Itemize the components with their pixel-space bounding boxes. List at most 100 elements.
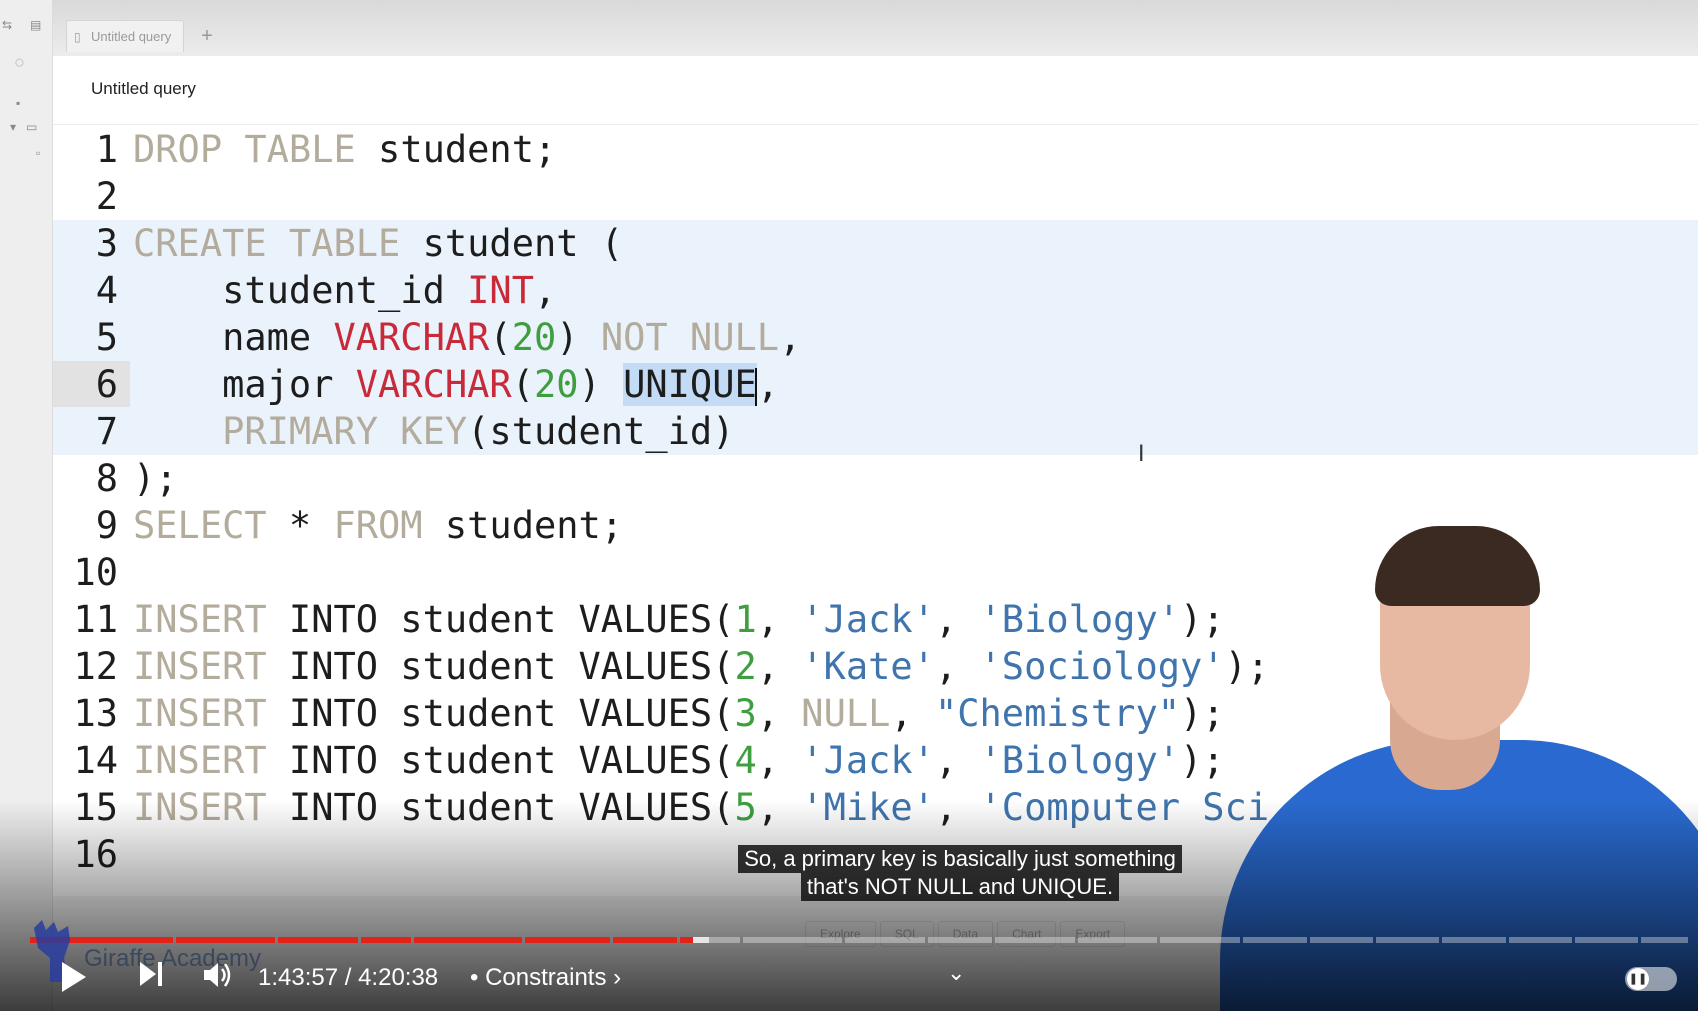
chapter-link[interactable]: • Constraints › [470, 964, 621, 992]
next-icon[interactable] [138, 960, 164, 988]
chapter-segment[interactable] [1508, 937, 1572, 943]
chapter-segment[interactable] [1574, 937, 1639, 943]
code-token: student; [422, 504, 624, 547]
sql-string: 'Biology' [979, 739, 1180, 782]
code-line[interactable]: 9 SELECT * FROM student; [60, 502, 623, 549]
sql-keyword: SELECT [133, 504, 267, 547]
code-token: , [934, 739, 980, 782]
expand-arrow-icon[interactable]: ▾ [10, 120, 16, 134]
code-line[interactable]: 7 PRIMARY KEY(student_id) [60, 408, 735, 455]
code-token: , [533, 269, 557, 312]
sql-type: VARCHAR [355, 363, 512, 406]
code-line[interactable]: 5 name VARCHAR(20) NOT NULL, [60, 314, 802, 361]
code-line[interactable]: 13 INSERT INTO student VALUES(3, NULL, "C… [60, 690, 1224, 737]
sidebar-ico[interactable]: ⇆ [2, 18, 12, 32]
code-token: , [756, 363, 780, 406]
code-text[interactable]: student_id INT, [133, 267, 556, 314]
code-text[interactable]: INSERT INTO student VALUES(4, 'Jack', 'B… [133, 737, 1225, 784]
chapter-segment[interactable] [1375, 937, 1440, 943]
played-segment [525, 937, 611, 943]
volume-icon[interactable] [202, 960, 234, 990]
player-gradient [0, 800, 1698, 1011]
sql-string: 'Biology' [979, 598, 1180, 641]
code-token: student; [355, 128, 557, 171]
chapter-segment[interactable] [1641, 937, 1688, 943]
chapter-segment[interactable] [1309, 937, 1373, 943]
line-number: 14 [73, 739, 118, 782]
code-line[interactable]: 2 [60, 173, 118, 220]
chapter-segment[interactable] [1077, 937, 1158, 943]
play-icon[interactable] [60, 960, 88, 994]
sql-keyword: PRIMARY KEY [133, 410, 468, 453]
code-text[interactable]: PRIMARY KEY(student_id) [133, 408, 734, 455]
sql-type: VARCHAR [333, 316, 490, 359]
code-text[interactable]: DROP TABLE student; [133, 126, 556, 173]
code-token: , [756, 598, 802, 641]
line-number: 8 [95, 457, 118, 500]
line-number: 4 [95, 269, 118, 312]
sql-keyword: FROM [333, 504, 423, 547]
sql-keyword: CREATE TABLE [133, 222, 401, 265]
code-line[interactable]: 1 DROP TABLE student; [60, 126, 557, 173]
code-token: , [756, 645, 802, 688]
progress-bar[interactable] [30, 937, 1688, 943]
chapter-segment[interactable] [994, 937, 1075, 943]
code-token: , [756, 692, 802, 735]
selected-text: UNIQUE [623, 363, 757, 406]
code-line[interactable]: 11 INSERT INTO student VALUES(1, 'Jack', … [60, 596, 1224, 643]
played-segment [679, 937, 694, 943]
code-text[interactable]: INSERT INTO student VALUES(3, NULL, "Che… [133, 690, 1225, 737]
code-text[interactable]: INSERT INTO student VALUES(1, 'Jack', 'B… [133, 596, 1225, 643]
chapter-segment[interactable] [928, 937, 992, 943]
subtitles: So, a primary key is basically just some… [716, 845, 1204, 901]
code-text[interactable]: name VARCHAR(20) NOT NULL, [133, 314, 801, 361]
code-line[interactable]: 10 [60, 549, 118, 596]
code-line[interactable]: 6 major VARCHAR(20) UNIQUE, [60, 361, 779, 408]
tab-untitled-query[interactable]: ▯ Untitled query [66, 20, 184, 52]
code-line[interactable]: 3 CREATE TABLE student ( [60, 220, 623, 267]
code-token: , [779, 316, 802, 359]
line-number: 2 [95, 175, 118, 218]
sql-string: 'Jack' [801, 739, 935, 782]
line-number: 10 [73, 551, 118, 594]
code-line[interactable]: 4 student_id INT, [60, 267, 557, 314]
code-text[interactable]: SELECT * FROM student; [133, 502, 623, 549]
sql-keyword: INSERT [133, 598, 267, 641]
chevron-down-icon[interactable]: ⌄ [947, 960, 965, 986]
sql-string: "Chemistry" [934, 692, 1181, 735]
code-line[interactable]: 8); [60, 455, 178, 502]
played-segment [175, 937, 276, 943]
code-token: name [133, 316, 334, 359]
chapter-segment[interactable] [1243, 937, 1307, 943]
code-text[interactable]: ); [133, 455, 178, 502]
code-token: ( [489, 316, 512, 359]
code-text[interactable]: major VARCHAR(20) UNIQUE, [133, 361, 779, 408]
folder-open-icon[interactable]: ▭ [26, 120, 37, 134]
text-cursor-icon: I [1138, 442, 1145, 467]
code-line[interactable]: 14 INSERT INTO student VALUES(4, 'Jack', … [60, 737, 1224, 784]
code-line[interactable]: 12 INSERT INTO student VALUES(2, 'Kate', … [60, 643, 1269, 690]
file-icon[interactable]: ▫ [36, 146, 40, 160]
database-icon[interactable]: ▤ [30, 18, 41, 32]
code-token: ) [578, 363, 624, 406]
pause-icon: ❚❚ [1627, 968, 1649, 990]
code-token: , [890, 692, 935, 735]
code-token: (student_id) [467, 410, 735, 453]
plus-icon[interactable]: + [196, 26, 218, 48]
played-segment [278, 937, 359, 943]
chapter-segment[interactable] [1160, 937, 1241, 943]
chapter-segment[interactable] [1442, 937, 1506, 943]
code-text[interactable]: INSERT INTO student VALUES(2, 'Kate', 'S… [133, 643, 1269, 690]
code-text[interactable]: CREATE TABLE student ( [133, 220, 623, 267]
tab-bar [0, 0, 1698, 56]
code-token: , [934, 645, 980, 688]
autoplay-toggle[interactable]: ❚❚ [1625, 967, 1677, 991]
chapter-segment[interactable] [742, 937, 843, 943]
folder-icon[interactable]: ▪ [16, 96, 20, 110]
sql-number: 20 [511, 316, 557, 359]
code-token: ( [511, 363, 534, 406]
line-number: 1 [95, 128, 118, 171]
code-token: , [756, 739, 802, 782]
line-number: 7 [95, 410, 118, 453]
chapter-segment[interactable] [845, 937, 926, 943]
